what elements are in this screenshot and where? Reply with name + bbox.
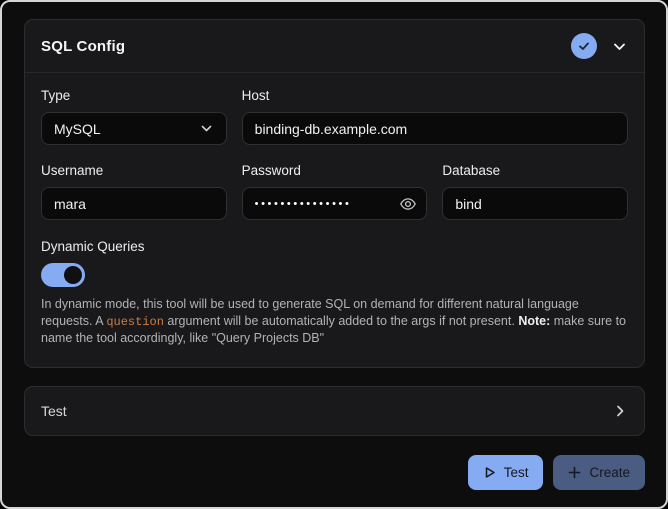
- host-input[interactable]: [242, 112, 628, 145]
- header-right: [571, 33, 628, 59]
- password-label: Password: [242, 163, 428, 178]
- database-field: Database: [442, 163, 628, 220]
- type-label: Type: [41, 88, 227, 103]
- database-input[interactable]: [442, 187, 628, 220]
- chevron-down-icon[interactable]: [611, 38, 628, 55]
- username-input[interactable]: [41, 187, 227, 220]
- chevron-right-icon: [612, 403, 628, 419]
- username-label: Username: [41, 163, 227, 178]
- fields-grid: Type MySQL Host Username: [41, 88, 628, 220]
- create-button-label: Create: [589, 465, 630, 480]
- host-field: Host: [242, 88, 628, 145]
- eye-icon[interactable]: [399, 195, 417, 213]
- database-label: Database: [442, 163, 628, 178]
- host-label: Host: [242, 88, 628, 103]
- password-field: Password: [242, 163, 428, 220]
- screen: SQL Config Type MyS: [0, 0, 668, 509]
- sql-config-card: SQL Config Type MyS: [24, 19, 645, 368]
- chevron-down-icon: [199, 121, 214, 136]
- check-circle-icon: [571, 33, 597, 59]
- create-button[interactable]: Create: [553, 455, 645, 490]
- username-field: Username: [41, 163, 227, 220]
- actions-bar: Test Create: [24, 455, 645, 490]
- panel-title: SQL Config: [41, 38, 125, 55]
- dynamic-queries-help: In dynamic mode, this tool will be used …: [41, 296, 628, 347]
- type-field: Type MySQL: [41, 88, 227, 145]
- dynamic-queries-label: Dynamic Queries: [41, 239, 628, 254]
- test-button[interactable]: Test: [468, 455, 544, 490]
- test-panel-label: Test: [41, 403, 67, 419]
- help-text-2: argument will be automatically added to …: [164, 314, 518, 328]
- help-note-label: Note:: [518, 314, 550, 328]
- test-panel[interactable]: Test: [24, 386, 645, 436]
- password-input-wrap: [242, 187, 428, 220]
- sql-config-header[interactable]: SQL Config: [25, 20, 644, 73]
- dynamic-queries-toggle[interactable]: [41, 263, 85, 287]
- type-select[interactable]: MySQL: [41, 112, 227, 145]
- sql-config-body: Type MySQL Host Username: [25, 73, 644, 367]
- test-button-label: Test: [504, 465, 529, 480]
- help-code-token: question: [106, 315, 164, 329]
- type-select-value: MySQL: [54, 121, 101, 137]
- play-icon: [483, 466, 496, 479]
- plus-icon: [568, 466, 581, 479]
- toggle-knob: [64, 266, 82, 284]
